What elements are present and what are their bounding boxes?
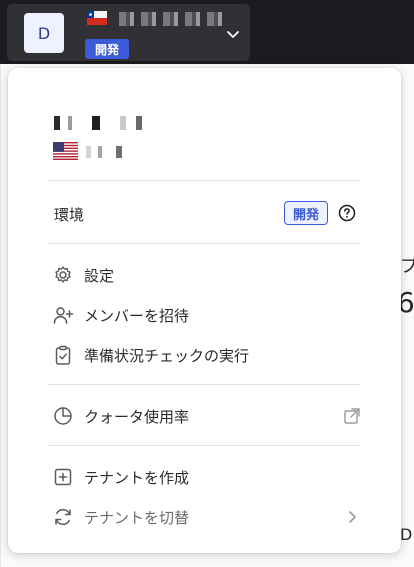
- tenant-name-redacted: [119, 12, 227, 26]
- tenant-switcher-button[interactable]: D 開発: [7, 4, 250, 61]
- plus-square-icon: [54, 468, 72, 486]
- menu-item-label: 設定: [84, 266, 115, 285]
- external-link-icon: [344, 408, 360, 424]
- menu-item-label: テナントを切替: [84, 508, 190, 527]
- environment-badge: 開発: [85, 39, 129, 59]
- gear-icon: [55, 266, 71, 283]
- menu-item-switch-tenant[interactable]: テナントを切替: [48, 502, 361, 532]
- background-text: プ: [400, 256, 414, 277]
- menu-item-settings[interactable]: 設定: [48, 260, 361, 290]
- menu-item-create-tenant[interactable]: テナントを作成: [48, 462, 361, 492]
- menu-item-label: テナントを作成: [84, 468, 190, 487]
- region-redacted: [86, 146, 130, 158]
- divider: [48, 445, 361, 446]
- chile-flag-icon: [87, 11, 107, 25]
- menu-item-quota-usage[interactable]: クォータ使用率: [48, 401, 361, 431]
- clipboard-check-icon: [55, 345, 71, 365]
- environment-badge: 開発: [284, 201, 328, 225]
- divider: [48, 180, 361, 181]
- menu-item-label: 準備状況チェックの実行: [84, 346, 250, 365]
- refresh-icon: [55, 508, 71, 526]
- menu-item-label: クォータ使用率: [84, 407, 190, 426]
- menu-item-label: メンバーを招待: [84, 306, 190, 325]
- help-icon[interactable]: [338, 204, 356, 222]
- background-text: D.: [400, 525, 414, 544]
- divider: [48, 384, 361, 385]
- menu-item-invite-members[interactable]: メンバーを招待: [48, 300, 361, 330]
- menu-item-readiness-check[interactable]: 準備状況チェックの実行: [48, 340, 361, 370]
- pie-chart-icon: [54, 407, 72, 425]
- divider: [48, 243, 361, 244]
- us-flag-icon: [53, 142, 78, 160]
- user-plus-icon: [53, 307, 74, 324]
- chevron-down-icon[interactable]: [225, 26, 241, 42]
- tenant-avatar: D: [24, 13, 64, 53]
- environment-label: 環境: [54, 206, 85, 224]
- user-name-redacted: [54, 116, 154, 130]
- chevron-right-icon: [349, 511, 356, 523]
- top-bar: D 開発: [0, 0, 414, 64]
- tenant-dropdown-menu: 環境 開発 設定 メンバーを招待 準備状況チェックの実行 クォータ使用率 テナン…: [8, 68, 401, 553]
